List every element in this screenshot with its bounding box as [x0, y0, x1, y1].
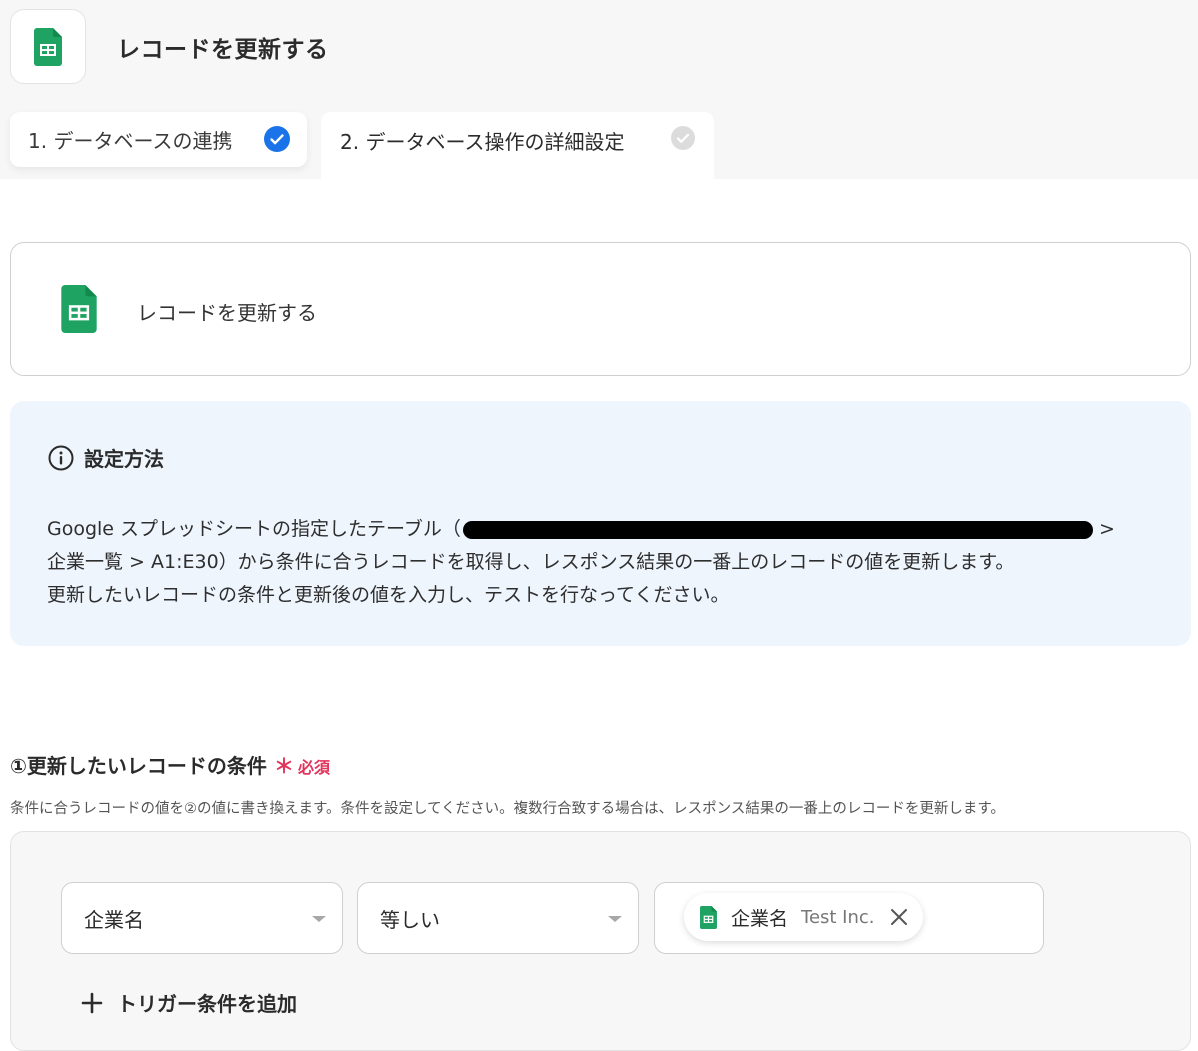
check-circle-icon	[264, 126, 290, 152]
condition-section-title: ①更新したいレコードの条件 ＊ 必須	[10, 750, 330, 779]
condition-description: 条件に合うレコードの値を②の値に書き換えます。条件を設定してください。複数行合致…	[10, 801, 1005, 817]
condition-panel: 企業名 等しい 企業名 Test Inc. トリガー条件を追加	[10, 831, 1191, 1051]
info-line-3: 更新したいレコードの条件と更新後の値を入力し、テストを行なってください。	[47, 584, 730, 606]
info-circle-icon	[48, 445, 74, 470]
app-icon-container	[10, 9, 86, 84]
operator-select-value: 等しい	[380, 907, 440, 932]
info-box: 設定方法 Google スプレッドシートの指定したテーブル（ > 企業一覧 > …	[10, 401, 1191, 646]
operator-select[interactable]: 等しい	[357, 882, 639, 954]
condition-title-text: ①更新したいレコードの条件	[10, 754, 267, 778]
chevron-down-icon	[608, 916, 622, 922]
close-icon[interactable]	[889, 907, 909, 927]
redacted-text	[462, 520, 1093, 539]
field-select-value: 企業名	[84, 907, 144, 932]
add-condition-button[interactable]: トリガー条件を追加	[81, 988, 297, 1017]
info-line-1: Google スプレッドシートの指定したテーブル（ >	[47, 513, 1167, 546]
required-star: ＊	[273, 754, 294, 778]
chip-name: 企業名	[731, 907, 789, 930]
google-sheets-icon	[700, 905, 717, 929]
info-line-1-text: Google スプレッドシートの指定したテーブル（	[47, 518, 461, 540]
check-circle-icon	[671, 126, 695, 150]
info-heading: 設定方法	[48, 443, 164, 472]
add-condition-label: トリガー条件を追加	[117, 992, 297, 1016]
action-card-label: レコードを更新する	[137, 301, 317, 325]
chevron-down-icon	[312, 916, 326, 922]
google-sheets-icon	[61, 285, 97, 333]
page-title: レコードを更新する	[117, 37, 329, 63]
google-sheets-icon	[34, 27, 62, 66]
plus-icon	[81, 992, 103, 1013]
tab-step-1-label: 1. データベースの連携	[28, 129, 233, 153]
info-title: 設定方法	[84, 447, 164, 471]
tab-step-2-label: 2. データベース操作の詳細設定	[340, 130, 625, 154]
tab-step-1[interactable]: 1. データベースの連携	[10, 112, 307, 167]
condition-value-input[interactable]: 企業名 Test Inc.	[654, 882, 1044, 954]
required-label: 必須	[297, 758, 330, 777]
field-select[interactable]: 企業名	[61, 882, 343, 954]
info-line-2: 企業一覧 > A1:E30）から条件に合うレコードを取得し、レスポンス結果の一番…	[47, 551, 1015, 573]
value-chip[interactable]: 企業名 Test Inc.	[684, 893, 923, 941]
chip-value: Test Inc.	[801, 906, 875, 928]
info-line-1-suffix: >	[1092, 518, 1115, 540]
info-body: Google スプレッドシートの指定したテーブル（ > 企業一覧 > A1:E3…	[47, 513, 1167, 612]
tab-step-2[interactable]: 2. データベース操作の詳細設定	[321, 112, 714, 179]
action-card: レコードを更新する	[10, 242, 1191, 376]
